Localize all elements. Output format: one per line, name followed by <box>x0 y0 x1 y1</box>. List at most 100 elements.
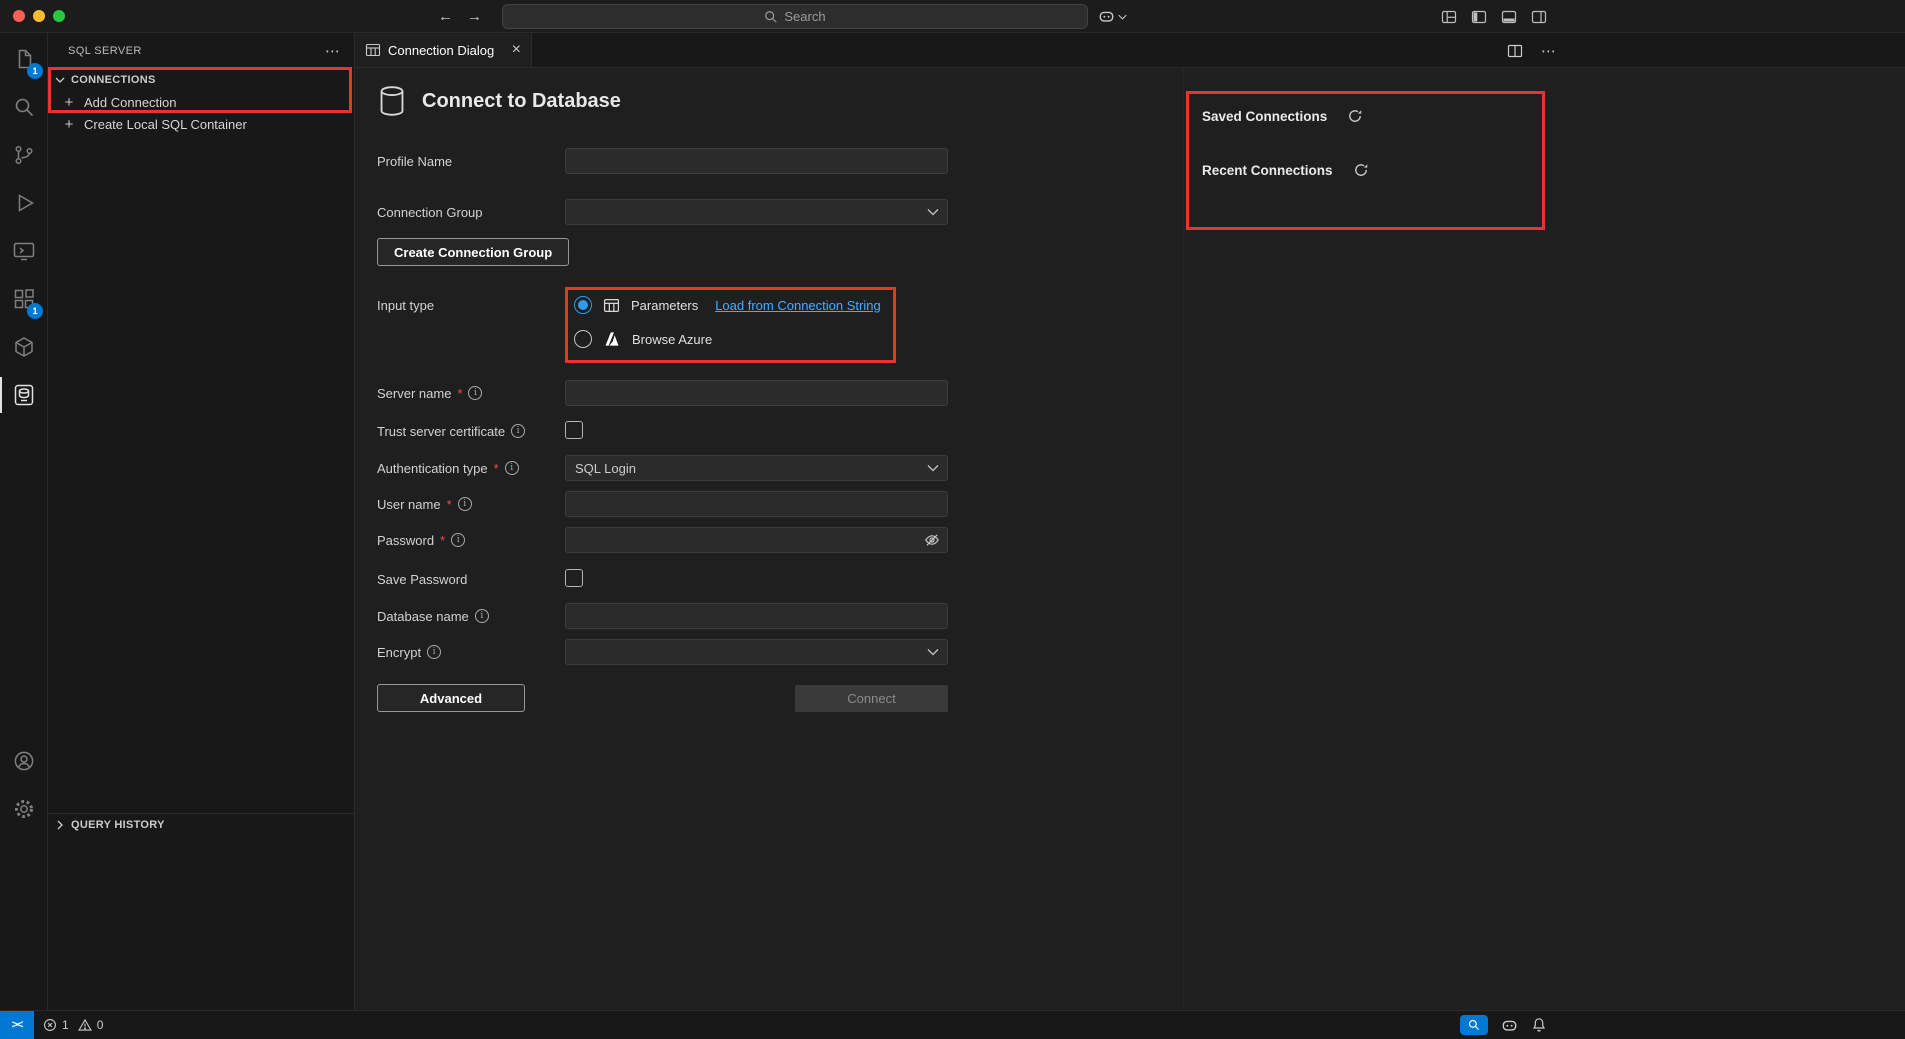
database-name-input[interactable] <box>565 603 948 629</box>
database-name-label: Database name <box>377 609 565 624</box>
problems-status[interactable]: 1 0 <box>43 1018 103 1032</box>
create-local-sql-container-item[interactable]: + Create Local SQL Container <box>48 113 354 135</box>
query-history-label: QUERY HISTORY <box>71 819 165 831</box>
info-icon[interactable] <box>468 386 482 400</box>
user-name-label: User name* <box>377 497 565 512</box>
info-icon[interactable] <box>505 461 519 475</box>
refresh-icon[interactable] <box>1353 162 1369 178</box>
add-connection-item[interactable]: + Add Connection <box>48 91 354 113</box>
page-title: Connect to Database <box>422 90 621 113</box>
create-connection-group-button[interactable]: Create Connection Group <box>377 238 569 266</box>
close-window-button[interactable] <box>13 10 25 22</box>
connection-dialog-icon <box>365 42 381 58</box>
save-password-checkbox[interactable] <box>565 569 583 587</box>
connect-button[interactable]: Connect <box>795 685 948 712</box>
forward-icon[interactable]: → <box>467 8 482 25</box>
tab-title: Connection Dialog <box>388 43 505 58</box>
info-icon[interactable] <box>511 424 525 438</box>
profile-name-label: Profile Name <box>377 154 565 169</box>
copilot-icon <box>1098 8 1115 25</box>
database-icon <box>377 85 407 117</box>
status-bar: >< 1 0 <box>0 1010 1905 1039</box>
customize-layout-icon[interactable] <box>1441 9 1457 25</box>
activity-run-debug[interactable] <box>0 179 47 227</box>
query-history-section-header[interactable]: QUERY HISTORY <box>48 813 354 836</box>
activity-sql-server[interactable] <box>0 371 47 419</box>
error-icon <box>43 1018 57 1032</box>
plus-icon: + <box>63 116 75 133</box>
activity-remote-explorer[interactable] <box>0 227 47 275</box>
activity-explorer[interactable]: 1 <box>0 35 47 83</box>
remote-indicator[interactable]: >< <box>0 1011 34 1039</box>
recent-connections-label: Recent Connections <box>1202 163 1333 178</box>
warning-count: 0 <box>97 1018 104 1032</box>
activity-source-control[interactable] <box>0 131 47 179</box>
search-placeholder: Search <box>784 9 825 24</box>
trust-server-certificate-checkbox[interactable] <box>565 421 583 439</box>
connections-section-header[interactable]: CONNECTIONS <box>48 69 354 91</box>
connections-section-label: CONNECTIONS <box>71 74 156 86</box>
chevron-down-icon <box>52 72 68 88</box>
info-icon[interactable] <box>475 609 489 623</box>
required-marker: * <box>494 461 499 476</box>
encrypt-select[interactable] <box>565 639 948 665</box>
saved-connections-label: Saved Connections <box>1202 109 1327 124</box>
plus-icon: + <box>63 94 75 111</box>
required-marker: * <box>447 497 452 512</box>
encrypt-label: Encrypt <box>377 645 565 660</box>
server-name-input[interactable] <box>565 380 948 406</box>
webview-divider <box>1183 68 1184 1010</box>
activity-search[interactable] <box>0 83 47 131</box>
chevron-right-icon <box>52 817 68 833</box>
chevron-down-icon <box>927 208 939 216</box>
toggle-primary-sidebar-icon[interactable] <box>1471 9 1487 25</box>
minimize-window-button[interactable] <box>33 10 45 22</box>
account-icon <box>12 749 36 773</box>
authentication-type-select[interactable]: SQL Login <box>565 455 948 481</box>
search-icon <box>764 10 778 24</box>
settings-button[interactable] <box>0 785 47 833</box>
info-icon[interactable] <box>451 533 465 547</box>
profile-name-input[interactable] <box>565 148 948 174</box>
activity-extensions[interactable]: 1 <box>0 275 47 323</box>
password-label: Password* <box>377 533 565 548</box>
notifications-bell-icon[interactable] <box>1531 1017 1547 1033</box>
info-icon[interactable] <box>427 645 441 659</box>
activity-bar: 1 <box>0 33 48 1010</box>
parameters-radio[interactable] <box>574 296 592 314</box>
toggle-panel-icon[interactable] <box>1501 9 1517 25</box>
close-icon[interactable]: × <box>512 42 521 58</box>
info-icon[interactable] <box>458 497 472 511</box>
gear-icon <box>12 797 36 821</box>
browse-azure-radio[interactable] <box>574 330 592 348</box>
refresh-icon[interactable] <box>1347 108 1363 124</box>
warning-icon <box>78 1018 92 1032</box>
add-connection-label: Add Connection <box>84 95 177 110</box>
parameters-radio-label[interactable]: Parameters <box>631 298 698 313</box>
chevron-down-icon <box>927 464 939 472</box>
toggle-secondary-sidebar-icon[interactable] <box>1531 9 1547 25</box>
editor-actions: ⋯ <box>1507 33 1556 68</box>
search-input[interactable]: Search <box>502 4 1088 29</box>
back-icon[interactable]: ← <box>438 8 453 25</box>
maximize-window-button[interactable] <box>53 10 65 22</box>
user-name-input[interactable] <box>565 491 948 517</box>
connections-browser-panel: Saved Connections Recent Connections <box>1202 106 1369 214</box>
load-from-connection-string-link[interactable]: Load from Connection String <box>715 298 880 313</box>
tab-bar: Connection Dialog × ⋯ <box>355 33 1905 68</box>
tab-connection-dialog[interactable]: Connection Dialog × <box>355 33 532 67</box>
browse-azure-radio-label[interactable]: Browse Azure <box>632 332 712 347</box>
activity-containers[interactable] <box>0 323 47 371</box>
error-count: 1 <box>62 1018 69 1032</box>
password-input[interactable] <box>565 527 948 553</box>
sidebar-more-icon[interactable]: ⋯ <box>325 42 340 60</box>
advanced-button[interactable]: Advanced <box>377 684 525 712</box>
more-actions-icon[interactable]: ⋯ <box>1541 42 1556 60</box>
copilot-menu[interactable] <box>1098 0 1127 33</box>
split-editor-icon[interactable] <box>1507 43 1523 59</box>
copilot-status-icon[interactable] <box>1501 1017 1518 1034</box>
eye-off-icon[interactable] <box>924 532 940 548</box>
account-button[interactable] <box>0 737 47 785</box>
zoom-status-button[interactable] <box>1460 1015 1488 1035</box>
connection-group-select[interactable] <box>565 199 948 225</box>
